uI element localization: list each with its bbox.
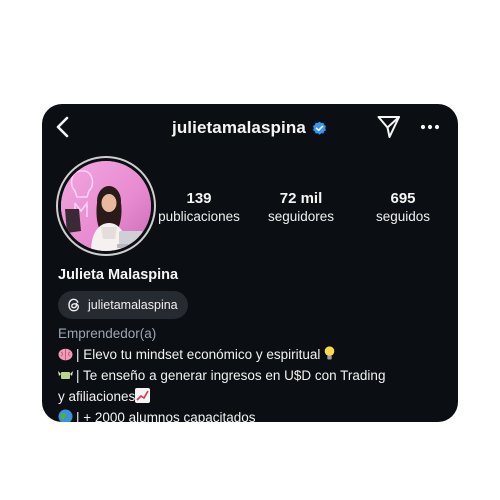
- profile-card: julietamalaspina 139 publicaciones 72 mi…: [42, 104, 458, 422]
- chart-up-emoji-icon: [135, 388, 151, 408]
- bio-text-4: | + 2000 alumnos capacitados: [76, 410, 256, 422]
- posts-label: publicaciones: [158, 209, 240, 224]
- posts-stat[interactable]: 139 publicaciones: [154, 190, 244, 226]
- globe-emoji-icon: [58, 409, 73, 422]
- threads-handle: julietamalaspina: [88, 298, 178, 312]
- followers-count: 72 mil: [279, 190, 323, 207]
- display-name: Julieta Malaspina: [58, 267, 179, 283]
- more-options-button[interactable]: [417, 114, 443, 140]
- bio-line-4: | + 2000 alumnos capacitados: [58, 408, 454, 422]
- profile-avatar-button[interactable]: [56, 156, 156, 256]
- bio-line-1: | Elevo tu mindset económico y espiritua…: [58, 345, 454, 366]
- more-horizontal-icon: [420, 124, 440, 130]
- back-button[interactable]: [50, 114, 76, 140]
- threads-link-button[interactable]: julietamalaspina: [58, 291, 188, 319]
- bio-line-3: y afiliaciones: [58, 387, 454, 408]
- followers-stat[interactable]: 72 mil seguidores: [256, 190, 346, 226]
- profile-stats: 139 publicaciones 72 mil seguidores 695 …: [154, 190, 454, 230]
- profile-header: julietamalaspina: [42, 104, 458, 150]
- verified-badge-icon: [312, 121, 326, 135]
- avatar: [61, 161, 151, 251]
- followers-label: seguidores: [267, 209, 335, 224]
- username-text: julietamalaspina: [172, 118, 306, 137]
- posts-count: 139: [186, 190, 212, 207]
- following-stat[interactable]: 695 seguidos: [358, 190, 448, 226]
- bio-line-2: | Te enseño a generar ingresos en U$D co…: [58, 366, 454, 387]
- paper-plane-icon: [377, 116, 400, 138]
- chevron-left-icon: [56, 116, 69, 138]
- brain-emoji-icon: [58, 347, 73, 366]
- bio-text-1: | Elevo tu mindset económico y espiritua…: [76, 347, 321, 362]
- send-message-button[interactable]: [376, 114, 402, 140]
- bio-text-3: y afiliaciones: [58, 389, 136, 404]
- profile-username: julietamalaspina: [172, 118, 327, 138]
- following-label: seguidos: [375, 209, 431, 224]
- threads-icon: [68, 298, 80, 312]
- following-count: 695: [390, 190, 416, 207]
- profile-category: Emprendedor(a): [58, 326, 157, 341]
- money-wings-emoji-icon: [58, 368, 73, 387]
- bulb-emoji-icon: [324, 346, 335, 366]
- bio-text-2: | Te enseño a generar ingresos en U$D co…: [76, 368, 386, 383]
- profile-bio: | Elevo tu mindset económico y espiritua…: [58, 345, 454, 422]
- avatar-photo: [61, 161, 151, 251]
